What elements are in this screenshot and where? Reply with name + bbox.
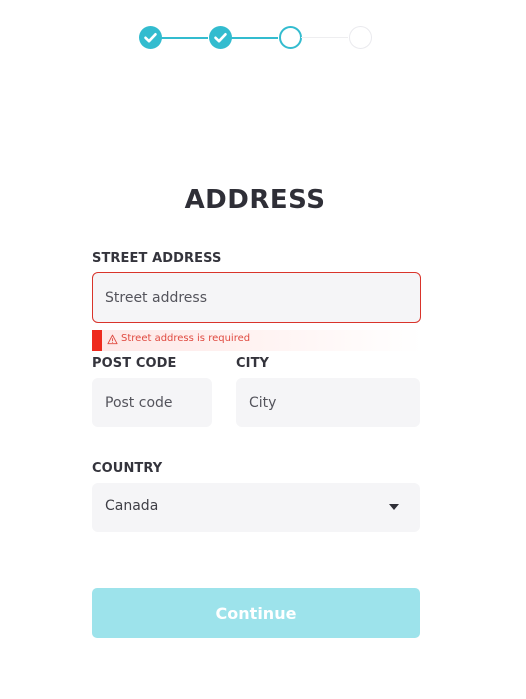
- step-1-completed: [139, 26, 162, 49]
- step-4-upcoming: [349, 26, 372, 49]
- continue-button[interactable]: Continue: [92, 588, 420, 638]
- error-message: Street address is required: [121, 333, 251, 344]
- country-select[interactable]: Canada: [92, 483, 420, 532]
- street-address-input[interactable]: [92, 272, 421, 323]
- chevron-down-icon: [389, 504, 399, 510]
- city-input[interactable]: [236, 378, 420, 427]
- error-indicator-bar: [92, 330, 102, 351]
- post-code-label: POST CODE: [92, 356, 177, 371]
- post-code-input[interactable]: [92, 378, 212, 427]
- step-2-completed: [209, 26, 232, 49]
- warning-triangle-icon: [107, 334, 118, 345]
- country-label: COUNTRY: [92, 461, 163, 476]
- street-address-error: Street address is required: [92, 330, 422, 351]
- street-address-label: STREET ADDRESS: [92, 251, 222, 266]
- step-connector-2: [231, 36, 278, 39]
- check-icon: [144, 33, 157, 43]
- step-connector-3: [301, 36, 348, 38]
- check-icon: [214, 33, 227, 43]
- progress-stepper: [0, 0, 526, 75]
- country-selected-value: Canada: [105, 498, 159, 514]
- page-title: ADDRESS: [184, 185, 326, 215]
- step-3-current: [279, 26, 302, 49]
- city-label: CITY: [236, 356, 270, 371]
- step-connector-1: [161, 36, 208, 39]
